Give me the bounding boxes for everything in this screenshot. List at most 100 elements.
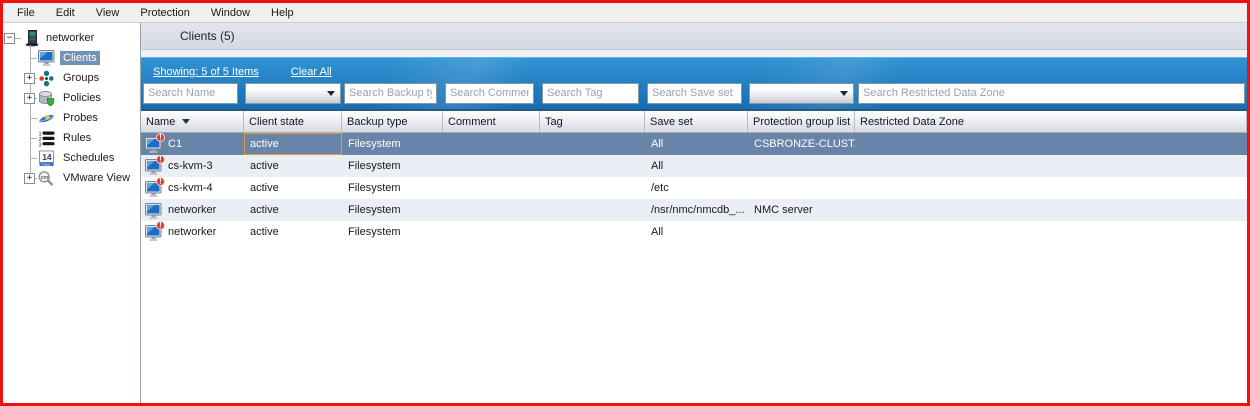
tree-item-label[interactable]: Rules xyxy=(60,131,94,145)
navigation-tree: − networker Clients + Groups + Policies Probe… xyxy=(3,23,141,403)
tree-item-label[interactable]: Schedules xyxy=(60,151,117,165)
expand-icon[interactable]: + xyxy=(24,93,35,104)
alert-badge-icon: ! xyxy=(156,177,165,186)
tree-connector xyxy=(15,38,21,39)
filter-cell xyxy=(443,83,540,104)
tree-item-groups[interactable]: + Groups xyxy=(3,68,140,88)
sort-desc-icon xyxy=(182,119,190,124)
window-body: − networker Clients + Groups + Policies Probe… xyxy=(3,23,1247,403)
collapse-expander-icon[interactable]: − xyxy=(4,33,15,44)
menu-help[interactable]: Help xyxy=(267,5,298,21)
probes-icon xyxy=(37,110,56,127)
filter-cell xyxy=(645,83,748,104)
svg-text:3: 3 xyxy=(39,142,42,147)
alert-badge-icon: ! xyxy=(156,133,165,142)
search-tag-input[interactable] xyxy=(542,83,639,104)
cell-client-state: active xyxy=(244,177,342,199)
tree-item-label[interactable]: Groups xyxy=(60,71,102,85)
cell-save-set: All xyxy=(645,133,748,155)
tree-item-label[interactable]: VMware View xyxy=(60,171,133,185)
tree-item-vmware-view[interactable]: +vm VMware View xyxy=(3,168,140,188)
expand-icon[interactable]: + xyxy=(24,173,35,184)
vmware-view-icon: vm xyxy=(37,170,56,187)
tree-item-label[interactable]: Clients xyxy=(60,51,100,65)
menu-file[interactable]: File xyxy=(13,5,39,21)
cell-protection-group-list: CSBRONZE-CLUST... xyxy=(748,133,855,155)
policies-icon xyxy=(37,90,56,107)
menu-view[interactable]: View xyxy=(92,5,124,21)
filter-cell xyxy=(748,83,855,104)
tree-item-label[interactable]: Policies xyxy=(60,91,104,105)
client-monitor-icon: ! xyxy=(145,224,162,241)
filter-cell xyxy=(141,83,244,104)
groups-icon xyxy=(37,70,56,87)
cell-restricted-data-zone xyxy=(855,221,1247,243)
protection-group-filter-dropdown[interactable] xyxy=(749,83,854,104)
column-header-client-state[interactable]: Client state xyxy=(244,111,342,132)
menu-window[interactable]: Window xyxy=(207,5,254,21)
cell-backup-type: Filesystem xyxy=(342,199,443,221)
tree-root-label[interactable]: networker xyxy=(46,32,94,44)
server-icon xyxy=(22,30,41,47)
cell-save-set: /etc xyxy=(645,177,748,199)
column-header-protection-group-list[interactable]: Protection group list xyxy=(748,111,855,132)
cell-comment xyxy=(443,177,540,199)
menu-edit[interactable]: Edit xyxy=(52,5,79,21)
schedules-icon: 14Friday xyxy=(37,150,56,167)
client-monitor-icon: ! xyxy=(145,158,162,175)
menu-protection[interactable]: Protection xyxy=(136,5,194,21)
clear-all-link[interactable]: Clear All xyxy=(291,66,332,78)
table-row[interactable]: !C1activeFilesystemAllCSBRONZE-CLUST... xyxy=(141,133,1247,155)
filter-cell xyxy=(244,83,342,104)
cell-protection-group-list xyxy=(748,221,855,243)
monitor-icon xyxy=(150,27,171,46)
search-backup-type-input[interactable] xyxy=(344,83,437,104)
tree-item-label[interactable]: Probes xyxy=(60,111,101,125)
expand-icon[interactable]: + xyxy=(24,73,35,84)
filter-cell xyxy=(855,83,1247,104)
column-header-label: Client state xyxy=(249,116,304,128)
tree-item-probes[interactable]: Probes xyxy=(3,108,140,128)
cell-comment xyxy=(443,133,540,155)
client-name: C1 xyxy=(168,138,182,150)
search-save-set-input[interactable] xyxy=(647,83,742,104)
column-header-label: Protection group list xyxy=(753,116,850,128)
tree-item-rules[interactable]: 123Rules xyxy=(3,128,140,148)
column-header-backup-type[interactable]: Backup type xyxy=(342,111,443,132)
table-row[interactable]: !cs-kvm-4activeFilesystem/etc xyxy=(141,177,1247,199)
cell-backup-type: Filesystem xyxy=(342,155,443,177)
column-header-label: Tag xyxy=(545,116,563,128)
filter-cell xyxy=(540,83,645,104)
cell-protection-group-list xyxy=(748,155,855,177)
cell-tag xyxy=(540,177,645,199)
search-name-input[interactable] xyxy=(143,83,238,104)
column-header-restricted-data-zone[interactable]: Restricted Data Zone xyxy=(855,111,1247,132)
client-table-rows: !C1activeFilesystemAllCSBRONZE-CLUST...!… xyxy=(141,133,1247,243)
cell-name: networker xyxy=(141,199,244,221)
search-filter-row xyxy=(141,81,1247,105)
view-title: Clients (5) xyxy=(180,29,235,43)
cell-comment xyxy=(443,155,540,177)
cell-client-state: active xyxy=(244,155,342,177)
table-row[interactable]: !cs-kvm-3activeFilesystemAll xyxy=(141,155,1247,177)
showing-items-link[interactable]: Showing: 5 of 5 Items xyxy=(153,66,259,78)
client-state-filter-dropdown[interactable] xyxy=(245,83,341,104)
tree-item-policies[interactable]: + Policies xyxy=(3,88,140,108)
tree-item-clients[interactable]: Clients xyxy=(3,48,140,68)
cell-client-state: active xyxy=(244,199,342,221)
table-empty-area[interactable] xyxy=(141,243,1247,403)
tree-root-networker[interactable]: − networker xyxy=(3,28,140,48)
table-row[interactable]: !networkeractiveFilesystemAll xyxy=(141,221,1247,243)
column-header-tag[interactable]: Tag xyxy=(540,111,645,132)
alert-badge-icon: ! xyxy=(156,155,165,164)
column-header-label: Save set xyxy=(650,116,693,128)
tree-item-schedules[interactable]: 14Friday Schedules xyxy=(3,148,140,168)
cell-client-state: active xyxy=(244,221,342,243)
search-comment-input[interactable] xyxy=(445,83,534,104)
column-header-name[interactable]: Name xyxy=(141,111,244,132)
table-row[interactable]: networkeractiveFilesystem/nsr/nmc/nmcdb_… xyxy=(141,199,1247,221)
column-header-comment[interactable]: Comment xyxy=(443,111,540,132)
cell-comment xyxy=(443,221,540,243)
search-restricted-data-zone-input[interactable] xyxy=(858,83,1245,104)
column-header-save-set[interactable]: Save set xyxy=(645,111,748,132)
